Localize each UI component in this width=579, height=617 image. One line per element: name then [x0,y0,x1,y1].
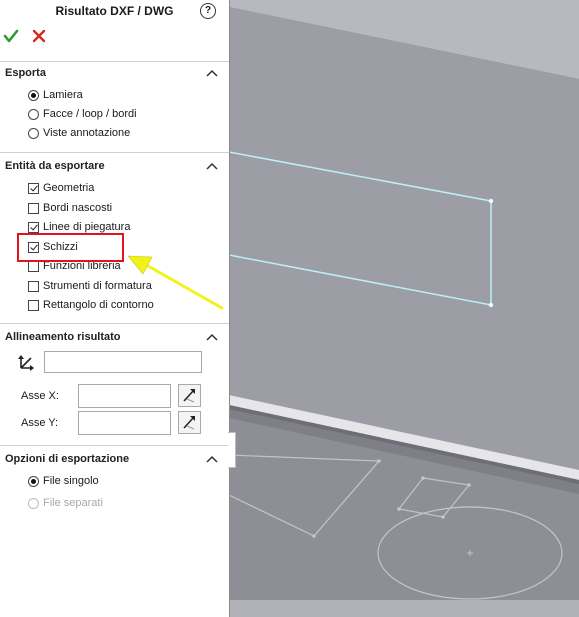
ok-checkmark-icon[interactable] [3,28,19,44]
radio-button[interactable] [28,475,39,487]
plate-face-upper [229,7,579,470]
coordinate-origin-icon [18,355,34,371]
checkbox[interactable] [28,182,39,194]
radio-facce-loop-bordi[interactable]: Facce / loop / bordi [28,106,137,122]
radio-button[interactable] [28,89,39,101]
checkbox-label: Rettangolo di contorno [43,299,154,311]
section-divider [0,323,229,324]
origin-vertex-field[interactable] [44,351,202,373]
checkbox[interactable] [28,280,39,292]
sketch-vertex [377,459,381,463]
radio-file-singolo[interactable]: File singolo [28,473,99,489]
sheet-metal-3d-view [229,0,579,617]
radio-label: Viste annotazione [43,127,131,139]
reverse-direction-icon [183,416,195,430]
help-icon[interactable]: ? [200,3,216,19]
chevron-up-icon[interactable] [206,454,218,464]
schizzi-highlight-box [17,233,124,262]
checkbox[interactable] [28,260,39,272]
chevron-up-icon[interactable] [206,161,218,171]
axis-y-label: Asse Y: [21,417,59,429]
radio-label: File separati [43,497,103,509]
property-manager-panel: Risultato DXF / DWG ? Esporta Lamiera Fa… [0,0,229,617]
axis-x-field[interactable] [78,384,171,408]
section-title-alignment: Allineamento risultato [5,331,121,343]
checkbox-strumenti-di-formatura[interactable]: Strumenti di formatura [28,278,152,294]
section-divider [0,61,229,62]
sketch-vertex [441,515,445,519]
graphics-viewport[interactable] [229,0,579,617]
checkbox-label: Linee di piegatura [43,221,131,233]
axis-y-field[interactable] [78,411,171,435]
radio-button [28,497,39,509]
checkbox-label: Bordi nascosti [43,202,113,214]
chevron-up-icon[interactable] [206,332,218,342]
checkbox-rettangolo-di-contorno[interactable]: Rettangolo di contorno [28,297,154,313]
radio-viste-annotazione[interactable]: Viste annotazione [28,125,130,141]
checkbox-bordi-nascosti[interactable]: Bordi nascosti [28,200,112,216]
reverse-axis-x-button[interactable] [178,384,201,407]
checkbox-label: Geometria [43,182,95,194]
sketch-vertex [488,302,494,308]
checkbox[interactable] [28,299,39,311]
panel-collapse-tab[interactable] [228,432,236,468]
section-title-output: Opzioni di esportazione [5,453,130,465]
checkbox-label: Strumenti di formatura [43,280,152,292]
panel-title: Risultato DXF / DWG [55,4,174,18]
panel-splitter[interactable] [229,0,230,617]
sketch-vertex [397,507,401,511]
section-title-export: Esporta [5,67,46,79]
section-title-entities: Entità da esportare [5,160,105,172]
radio-button[interactable] [28,127,39,139]
section-divider [0,152,229,153]
reverse-direction-icon [183,389,195,403]
radio-label: Lamiera [43,89,83,101]
sketch-vertex [467,483,471,487]
section-divider [0,445,229,446]
radio-lamiera[interactable]: Lamiera [28,87,83,103]
sketch-vertex [312,534,316,538]
radio-label: Facce / loop / bordi [43,108,137,120]
radio-file-separati: File separati [28,495,103,511]
cancel-x-icon[interactable] [31,28,47,44]
sketch-vertex [421,476,425,480]
reverse-axis-y-button[interactable] [178,411,201,434]
axis-x-label: Asse X: [21,390,59,402]
plate-front-edge [229,600,579,617]
sketch-vertex [488,198,494,204]
checkbox[interactable] [28,202,39,214]
checkbox-geometria[interactable]: Geometria [28,180,94,196]
radio-button[interactable] [28,108,39,120]
radio-label: File singolo [43,475,99,487]
checkbox[interactable] [28,221,39,233]
chevron-up-icon[interactable] [206,68,218,78]
